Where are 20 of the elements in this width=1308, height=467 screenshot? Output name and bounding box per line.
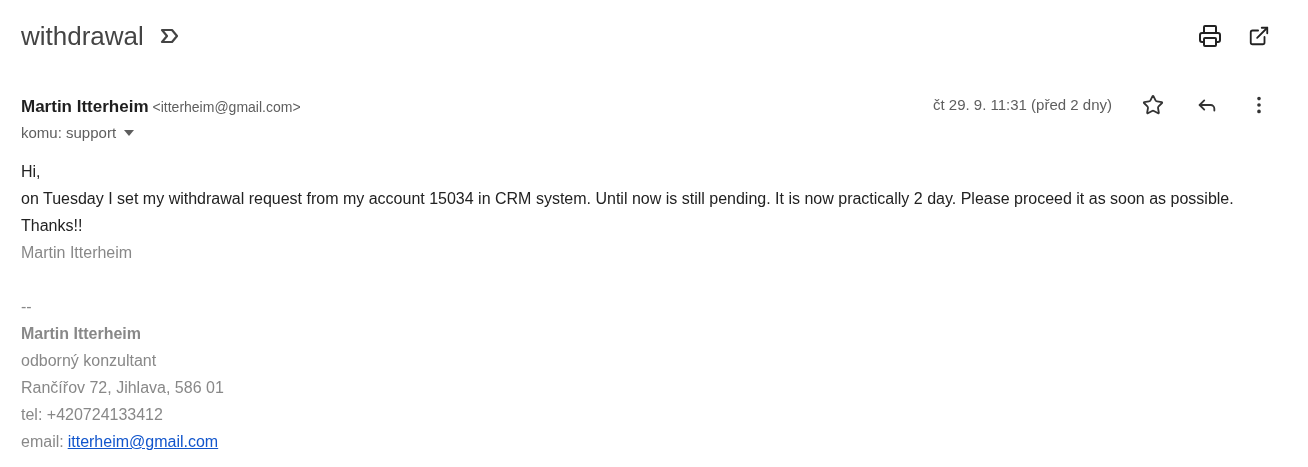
message-paragraph: Martin Itterheim: [21, 243, 134, 263]
label-marker-icon[interactable]: [159, 28, 180, 44]
signature-name: Martin Itterheim: [21, 324, 142, 344]
signature-line: Rančířov 72, Jihlava, 586 01: [21, 378, 225, 398]
subject-title: withdrawal: [21, 20, 144, 52]
print-icon[interactable]: [1198, 24, 1222, 48]
email-link[interactable]: itterheim@gmail.com: [67, 428, 219, 455]
signature-line: odborný konzultant: [21, 351, 158, 371]
signature-line: tel: +420724133412: [21, 405, 164, 425]
signature-separator: --: [21, 297, 33, 317]
message-paragraph: on Tuesday I set my withdrawal request from my account 15034 in CRM system. Until now is still pending. It is now practically 2 day. Please proceed it as soon as possible. Thanks!!: [21, 189, 1235, 236]
signature-label: email:: [21, 432, 64, 452]
star-icon[interactable]: [1142, 94, 1164, 117]
message-paragraph: Hi,: [21, 162, 42, 182]
sender-email: <itterheim@gmail.com>: [152, 98, 301, 117]
dropdown-caret-icon: [124, 129, 135, 136]
message-date: čt 29. 9. 11:31 (před 2 dny): [933, 95, 1112, 115]
recipient-dropdown[interactable]: komu: support: [21, 121, 301, 144]
sender-name: Martin Itterheim: [21, 96, 149, 118]
open-in-new-window-icon[interactable]: [1248, 25, 1270, 47]
